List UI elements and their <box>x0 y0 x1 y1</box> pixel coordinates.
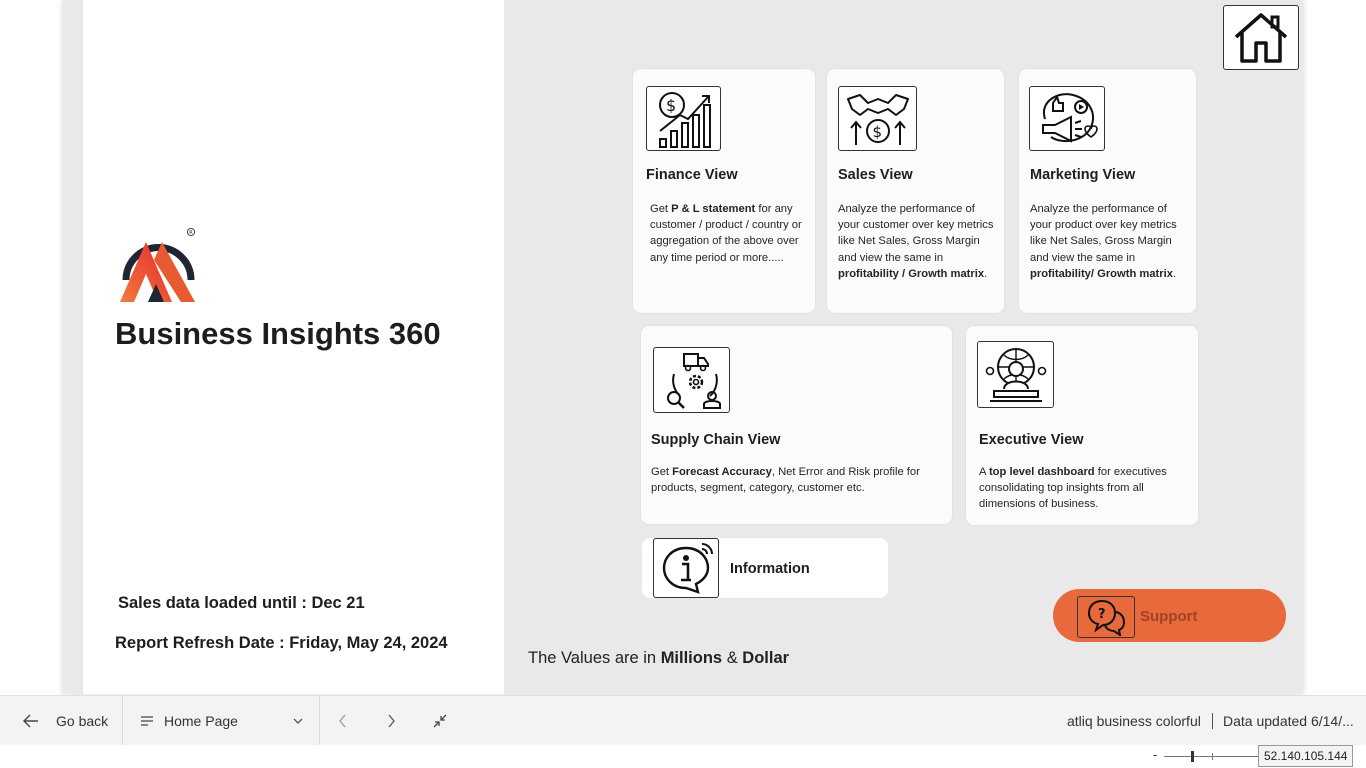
sales-handshake-icon: $ <box>846 93 909 145</box>
zoom-slider-thumb[interactable] <box>1191 751 1194 762</box>
atliq-logo: R <box>118 224 200 304</box>
supply-chain-view-card[interactable]: Supply Chain View Get Forecast Accuracy,… <box>641 326 952 524</box>
information-label: Information <box>730 561 810 577</box>
menu-lines-icon <box>141 716 153 726</box>
information-card[interactable]: Information <box>642 538 888 598</box>
report-name: atliq business colorful <box>1067 713 1201 729</box>
zoom-minus[interactable]: - <box>1153 747 1157 762</box>
home-icon <box>1234 12 1288 63</box>
chevron-right-icon <box>388 714 395 728</box>
previous-page-button[interactable] <box>338 696 348 746</box>
status-bar <box>0 745 1366 768</box>
supply-chain-icon <box>666 353 721 409</box>
home-button[interactable] <box>1223 5 1299 70</box>
sales-loaded-text: Sales data loaded until : Dec 21 <box>118 594 365 612</box>
refresh-date-text: Report Refresh Date : Friday, May 24, 20… <box>115 634 448 652</box>
zoom-slider-track[interactable] <box>1164 756 1258 757</box>
info-icon <box>662 543 713 594</box>
sales-view-title: Sales View <box>838 167 913 183</box>
executive-icon-box <box>977 341 1054 408</box>
arrow-left-icon <box>23 714 38 728</box>
finance-view-description: Get P & L statement for any customer / p… <box>650 203 802 264</box>
svg-text:$: $ <box>872 123 882 141</box>
marketing-icon-box <box>1029 86 1105 151</box>
executive-view-description: A top level dashboard for executives con… <box>979 466 1167 511</box>
finance-chart-icon: $ <box>658 91 711 148</box>
divider <box>1212 713 1213 729</box>
executive-view-card[interactable]: Executive View A top level dashboard for… <box>966 326 1198 525</box>
sales-view-card[interactable]: $ Sales View Analyze the performance of … <box>827 69 1004 313</box>
next-page-button[interactable] <box>386 696 396 746</box>
executive-icon <box>985 347 1046 402</box>
finance-icon-box: $ <box>646 86 721 151</box>
svg-text:?: ? <box>1098 607 1106 622</box>
supply-chain-icon-box <box>653 347 730 413</box>
collapse-button[interactable] <box>433 696 447 746</box>
executive-view-title: Executive View <box>979 432 1084 448</box>
marketing-view-card[interactable]: Marketing View Analyze the performance o… <box>1019 69 1196 313</box>
divider <box>319 696 320 746</box>
sales-icon-box: $ <box>838 86 917 151</box>
values-note: The Values are in Millions & Dollar <box>528 649 790 667</box>
support-label: Support <box>1140 608 1198 625</box>
svg-text:$: $ <box>666 96 676 115</box>
support-button[interactable]: ? Support <box>1053 589 1286 642</box>
chevron-left-icon <box>339 714 346 728</box>
svg-text:R: R <box>189 230 193 236</box>
page-selector[interactable]: Home Page <box>140 696 306 746</box>
supply-chain-view-description: Get Forecast Accuracy, Net Error and Ris… <box>651 466 920 495</box>
finance-view-card[interactable]: $ Finance View Get P & L statement for a… <box>633 69 815 313</box>
collapse-icon <box>433 714 447 728</box>
support-icon-box: ? <box>1077 596 1135 638</box>
sales-view-description: Analyze the performance of your customer… <box>838 203 994 280</box>
page-selector-label: Home Page <box>164 713 238 729</box>
report-navigation-bar: Go back Home Page atliq business colorfu… <box>0 695 1366 746</box>
info-icon-box <box>653 538 719 598</box>
marketing-megaphone-icon <box>1042 92 1098 143</box>
app-title: Business Insights 360 <box>115 316 441 351</box>
go-back-label: Go back <box>56 713 109 729</box>
go-back-button[interactable]: Go back <box>22 696 108 746</box>
chevron-down-icon <box>293 718 303 724</box>
marketing-view-title: Marketing View <box>1030 167 1136 183</box>
finance-view-title: Finance View <box>646 167 738 183</box>
data-updated-text: Data updated 6/14/... <box>1223 713 1354 729</box>
marketing-view-description: Analyze the performance of your product … <box>1030 203 1177 280</box>
support-chat-icon: ? <box>1087 599 1126 636</box>
divider <box>122 696 123 746</box>
supply-chain-view-title: Supply Chain View <box>651 432 781 448</box>
ip-address: 52.140.105.144 <box>1258 745 1354 767</box>
zoom-slider-tick <box>1212 753 1213 760</box>
